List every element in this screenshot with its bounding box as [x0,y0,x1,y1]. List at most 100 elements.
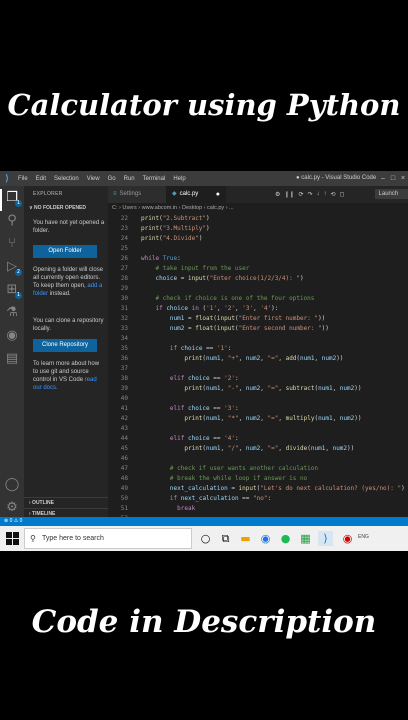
no-folder-section[interactable]: ∨ NO FOLDER OPENED [29,205,86,211]
code-line[interactable]: 47 # check if user wants another calcula… [108,464,408,474]
breadcrumb[interactable]: C: › Users › www.abcom.in › Desktop › ca… [112,205,234,211]
code-line[interactable]: 27 # take input from the user [108,264,408,274]
chrome-icon[interactable]: ◉ [258,531,273,546]
launch-config-select[interactable]: Launch [374,189,408,199]
search-icon[interactable]: ⚲ [4,213,20,229]
code-text: num2 = float(input("Enter second number:… [169,325,329,332]
close-editors-text: Opening a folder will close all currentl… [33,266,105,298]
line-number: 51 [120,505,128,512]
code-line[interactable]: 34 [108,334,408,344]
line-number: 38 [120,375,128,382]
line-number: 44 [120,435,128,442]
learn-more-text: To learn more about how to use git and s… [33,360,105,392]
code-line[interactable]: 29 [108,284,408,294]
menu-view[interactable]: View [83,176,104,182]
outline-section[interactable]: › OUTLINE [24,497,108,508]
code-line[interactable]: 37 [108,364,408,374]
open-folder-button[interactable]: Open Folder [33,245,97,258]
code-line[interactable]: 49 next_calculation = input("Let's do ne… [108,484,408,494]
code-line[interactable]: 48 # break the while loop if answer is n… [108,474,408,484]
code-line[interactable]: 23 print("3.Multiply") [108,224,408,234]
code-line[interactable]: 33 num2 = float(input("Enter second numb… [108,324,408,334]
menu-help[interactable]: Help [169,176,189,182]
system-tray[interactable]: ENG [358,534,369,540]
close-icon[interactable]: × [398,171,408,186]
menu-run[interactable]: Run [120,176,139,182]
debug-settings-icon[interactable]: ⚙ [275,191,280,198]
vscode-logo-icon: ⟩ [5,173,9,183]
unsaved-dot-icon[interactable]: ● [216,186,220,203]
restart-icon[interactable]: ⟳ [298,191,303,198]
code-line[interactable]: 30 # check if choice is one of the four … [108,294,408,304]
no-folder-text: You have not yet opened a folder. [33,220,105,234]
code-editor[interactable]: 22 print("2.Subtract") 23 print("3.Multiply… [108,214,408,517]
code-line[interactable]: 36 print(num1, "+", num2, "=", add(num1,… [108,354,408,364]
recorder-icon[interactable]: ◉ [340,531,355,546]
code-text: elif choice == '2': [169,375,239,382]
step-over-icon[interactable]: ↷ [307,191,312,198]
testing-icon[interactable]: ⚗ [4,305,20,321]
tab-settings[interactable]: ≡ Settings [108,186,166,203]
line-number: 39 [120,385,128,392]
code-line[interactable]: 41 elif choice == '3': [108,404,408,414]
window-title: ● calc.py - Visual Studio Code [296,175,377,181]
code-line[interactable]: 42 print(num1, "*", num2, "=", multiply(… [108,414,408,424]
line-number: 46 [120,455,128,462]
code-text: elif choice == '4': [169,435,239,442]
code-line[interactable]: 51 break [108,504,408,514]
code-line[interactable]: 39 print(num1, "-", num2, "=", subtract(… [108,384,408,394]
code-line[interactable]: 45 print(num1, "/", num2, "=", divide(nu… [108,444,408,454]
status-bar[interactable]: ⊗ 0 ⚠ 0 [0,517,408,526]
menu-selection[interactable]: Selection [50,176,83,182]
clone-repository-button[interactable]: Clone Repository [33,339,97,352]
menu-terminal[interactable]: Terminal [139,176,170,182]
step-into-icon[interactable]: ↓ [317,191,320,197]
code-line[interactable]: 28 choice = input("Enter choice(1/2/3/4)… [108,274,408,284]
code-line[interactable]: 35 if choice == '1': [108,344,408,354]
explorer-title: EXPLORER [33,191,63,197]
line-number: 32 [120,315,128,322]
code-line[interactable]: 50 if next_calculation == "no": [108,494,408,504]
excel-icon[interactable]: ▦ [298,531,313,546]
explorer-icon[interactable]: ❐ 1 [4,190,22,207]
python-icon[interactable]: ◉ [4,328,20,344]
code-line[interactable]: 38 elif choice == '2': [108,374,408,384]
cortana-icon[interactable]: ○ [198,531,213,546]
minimize-icon[interactable]: – [378,171,388,186]
menu-file[interactable]: File [14,176,32,182]
code-line[interactable]: 46 [108,454,408,464]
headline-title: Calculator using Python [7,88,401,122]
tab-calc-py[interactable]: ◆ calc.py ● [166,186,226,203]
code-line[interactable]: 25 [108,244,408,254]
vscode-taskbar-icon[interactable]: ⟩ [318,531,333,546]
source-control-icon[interactable]: ⑂ [4,236,20,252]
code-line[interactable]: 26 while True: [108,254,408,264]
maximize-icon[interactable]: □ [388,171,398,186]
taskbar-search-input[interactable]: ⚲ Type here to search [24,528,192,549]
menu-edit[interactable]: Edit [32,176,50,182]
stop-icon[interactable]: ◻ [340,191,345,198]
extensions-badge: 1 [15,292,22,299]
code-line[interactable]: 43 [108,424,408,434]
code-line[interactable]: 32 num1 = float(input("Enter first numbe… [108,314,408,324]
code-line[interactable]: 24 print("4.Divide") [108,234,408,244]
run-debug-icon[interactable]: ▷ 2 [4,259,22,276]
settings-gear-icon[interactable]: ⚙ [4,500,20,516]
account-icon[interactable]: ◯ [4,477,20,493]
line-number: 23 [120,225,128,232]
file-explorer-icon[interactable]: ▬ [238,531,253,546]
menu-go[interactable]: Go [104,176,120,182]
code-line[interactable]: 22 print("2.Subtract") [108,214,408,224]
step-out-icon[interactable]: ↑ [324,191,327,197]
code-line[interactable]: 44 elif choice == '4': [108,434,408,444]
windows-start-icon[interactable] [6,532,19,545]
extensions-icon[interactable]: ⊞ 1 [4,282,22,299]
code-line[interactable]: 31 if choice in ('1', '2', '3', '4'): [108,304,408,314]
task-view-icon[interactable]: ⧉ [218,531,233,546]
spotify-icon[interactable]: ● [278,531,293,546]
pause-icon[interactable]: ❙❙ [284,191,294,198]
line-number: 36 [120,355,128,362]
docker-icon[interactable]: ▤ [4,351,20,367]
code-line[interactable]: 40 [108,394,408,404]
reload-icon[interactable]: ⟲ [331,191,336,198]
